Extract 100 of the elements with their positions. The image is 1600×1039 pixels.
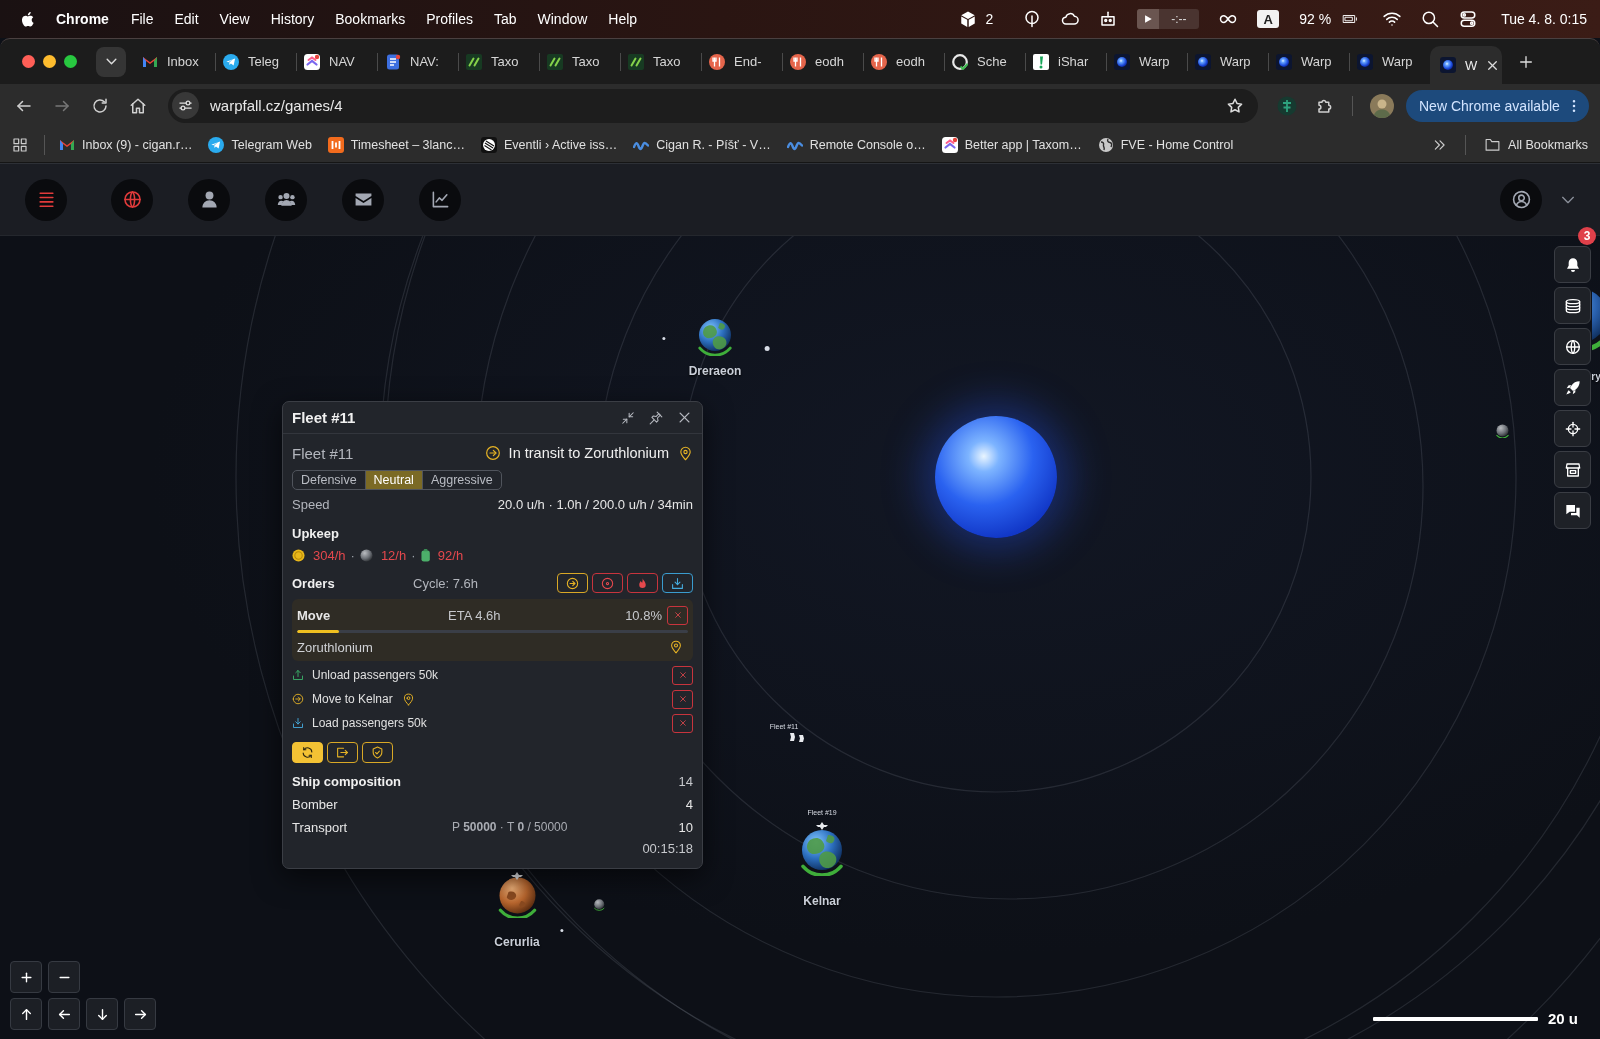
asteroid-icon[interactable]: [662, 336, 666, 340]
sidebar-button[interactable]: [1554, 451, 1591, 488]
menu-item[interactable]: File: [130, 11, 154, 27]
cancel-order-button[interactable]: [672, 713, 693, 733]
menu-item[interactable]: Help: [608, 11, 638, 27]
order-action-button[interactable]: [592, 573, 623, 593]
keyhole-icon[interactable]: [1023, 10, 1042, 28]
menu-item[interactable]: Bookmarks: [335, 11, 406, 27]
asteroid-icon[interactable]: [763, 345, 771, 351]
toolbar-button[interactable]: [111, 178, 153, 221]
tab-search-button[interactable]: [96, 46, 126, 77]
map-pin-icon[interactable]: [669, 640, 683, 654]
browser-tab[interactable]: NAV: [297, 46, 377, 77]
extension-icon[interactable]: [1277, 95, 1297, 116]
menu-item[interactable]: Chrome: [56, 11, 109, 27]
browser-tab[interactable]: Warp: [1350, 46, 1430, 77]
stance-option[interactable]: Aggressive: [422, 471, 501, 489]
bookmark-item[interactable]: Eventli › Active iss…: [473, 130, 626, 159]
asteroid-icon[interactable]: [560, 928, 564, 932]
address-field[interactable]: warpfall.cz/games/4: [168, 88, 1258, 123]
close-icon[interactable]: [677, 410, 692, 425]
pan-button[interactable]: [10, 998, 42, 1030]
search-icon[interactable]: [1421, 10, 1440, 28]
order-action-button[interactable]: [627, 573, 658, 593]
cancel-order-button[interactable]: [672, 665, 693, 685]
sidebar-button[interactable]: [1554, 410, 1591, 447]
browser-tab[interactable]: Warp: [1269, 46, 1349, 77]
media-control[interactable]: -:--: [1137, 9, 1200, 29]
browser-tab[interactable]: eodh: [864, 46, 944, 77]
plus-icon[interactable]: [1518, 53, 1534, 70]
order-mode-toggle[interactable]: [362, 742, 393, 763]
browser-tab[interactable]: Warp: [1107, 46, 1187, 77]
input-source-indicator[interactable]: A: [1257, 10, 1280, 28]
browser-tab[interactable]: iShar: [1026, 46, 1106, 77]
bookmark-item[interactable]: FVE - Home Control: [1089, 130, 1242, 159]
menu-item[interactable]: Window: [537, 11, 588, 27]
profile-button[interactable]: [1500, 178, 1542, 221]
toggles-icon[interactable]: [1459, 10, 1478, 28]
cloud-icon[interactable]: [1061, 10, 1080, 28]
browser-tab[interactable]: End-: [702, 46, 782, 77]
cancel-order-button[interactable]: [667, 605, 688, 625]
toolbar-button[interactable]: [265, 178, 307, 221]
pan-button[interactable]: [48, 998, 80, 1030]
zoom-button[interactable]: [10, 961, 42, 993]
minimize-window-icon[interactable]: [43, 55, 56, 68]
browser-tab[interactable]: Sche: [945, 46, 1025, 77]
order-mode-toggle[interactable]: [327, 742, 358, 763]
bookmark-item[interactable]: Cigan R. - Píšť - V…: [625, 130, 779, 159]
fleet-ships-icon[interactable]: [789, 732, 807, 743]
status-item[interactable]: 2: [959, 10, 994, 28]
browser-tab[interactable]: NAV:: [378, 46, 458, 77]
home-icon[interactable]: [129, 96, 147, 115]
browser-tab[interactable]: eodh: [783, 46, 863, 77]
moon-icon[interactable]: [592, 897, 606, 911]
pushpin-icon[interactable]: [649, 410, 663, 425]
bookmark-item[interactable]: Telegram Web: [200, 130, 320, 159]
pan-button[interactable]: [124, 998, 156, 1030]
avatar-icon[interactable]: [1370, 93, 1394, 118]
browser-tab[interactable]: W: [1430, 46, 1502, 84]
menu-item[interactable]: Profiles: [426, 11, 473, 27]
bookmark-item[interactable]: Inbox (9) - cigan.r…: [51, 130, 201, 159]
update-button[interactable]: New Chrome available: [1406, 89, 1589, 122]
apps-grid-icon[interactable]: [12, 136, 28, 153]
ship-icon[interactable]: [816, 822, 828, 830]
toolbar-button[interactable]: [342, 178, 384, 221]
order-action-button[interactable]: [662, 573, 693, 593]
clock-text[interactable]: Tue 4. 8. 0:15: [1501, 11, 1587, 27]
sidebar-button[interactable]: [1554, 246, 1591, 283]
bookmark-item[interactable]: Better app | Taxom…: [933, 130, 1090, 159]
double-chevron-icon[interactable]: [1433, 137, 1448, 152]
stance-option[interactable]: Neutral: [365, 471, 423, 489]
moon-icon[interactable]: [1494, 422, 1510, 438]
menu-item[interactable]: Tab: [493, 11, 517, 27]
compress-icon[interactable]: [621, 410, 635, 425]
ship-icon[interactable]: [511, 872, 523, 880]
robot-icon[interactable]: [1099, 10, 1118, 28]
order-mode-toggle[interactable]: [292, 742, 323, 763]
close-window-icon[interactable]: [22, 55, 35, 68]
sidebar-button[interactable]: [1554, 369, 1591, 406]
bookmark-item[interactable]: Timesheet – 3lanc…: [319, 130, 473, 159]
star-icon[interactable]: [1226, 96, 1244, 115]
bookmark-item[interactable]: Remote Console o…: [778, 130, 934, 159]
stance-option[interactable]: Defensive: [293, 471, 366, 489]
sidebar-button[interactable]: [1554, 492, 1591, 529]
pan-button[interactable]: [86, 998, 118, 1030]
toolbar-button[interactable]: [25, 178, 67, 221]
sidebar-button[interactable]: [1554, 328, 1591, 365]
browser-tab[interactable]: Inbox: [135, 46, 215, 77]
menu-item[interactable]: Edit: [174, 11, 199, 27]
browser-tab[interactable]: Warp: [1188, 46, 1268, 77]
order-action-button[interactable]: [557, 573, 588, 593]
wifi-icon[interactable]: [1383, 10, 1402, 28]
tune-icon[interactable]: [178, 98, 193, 113]
map-pin-icon[interactable]: [401, 692, 415, 706]
browser-tab[interactable]: Taxo: [621, 46, 701, 77]
menu-item[interactable]: History: [270, 11, 315, 27]
map-pin-icon[interactable]: [678, 445, 693, 461]
toolbar-button[interactable]: [188, 178, 230, 221]
reload-icon[interactable]: [91, 96, 109, 115]
cancel-order-button[interactable]: [672, 689, 693, 709]
